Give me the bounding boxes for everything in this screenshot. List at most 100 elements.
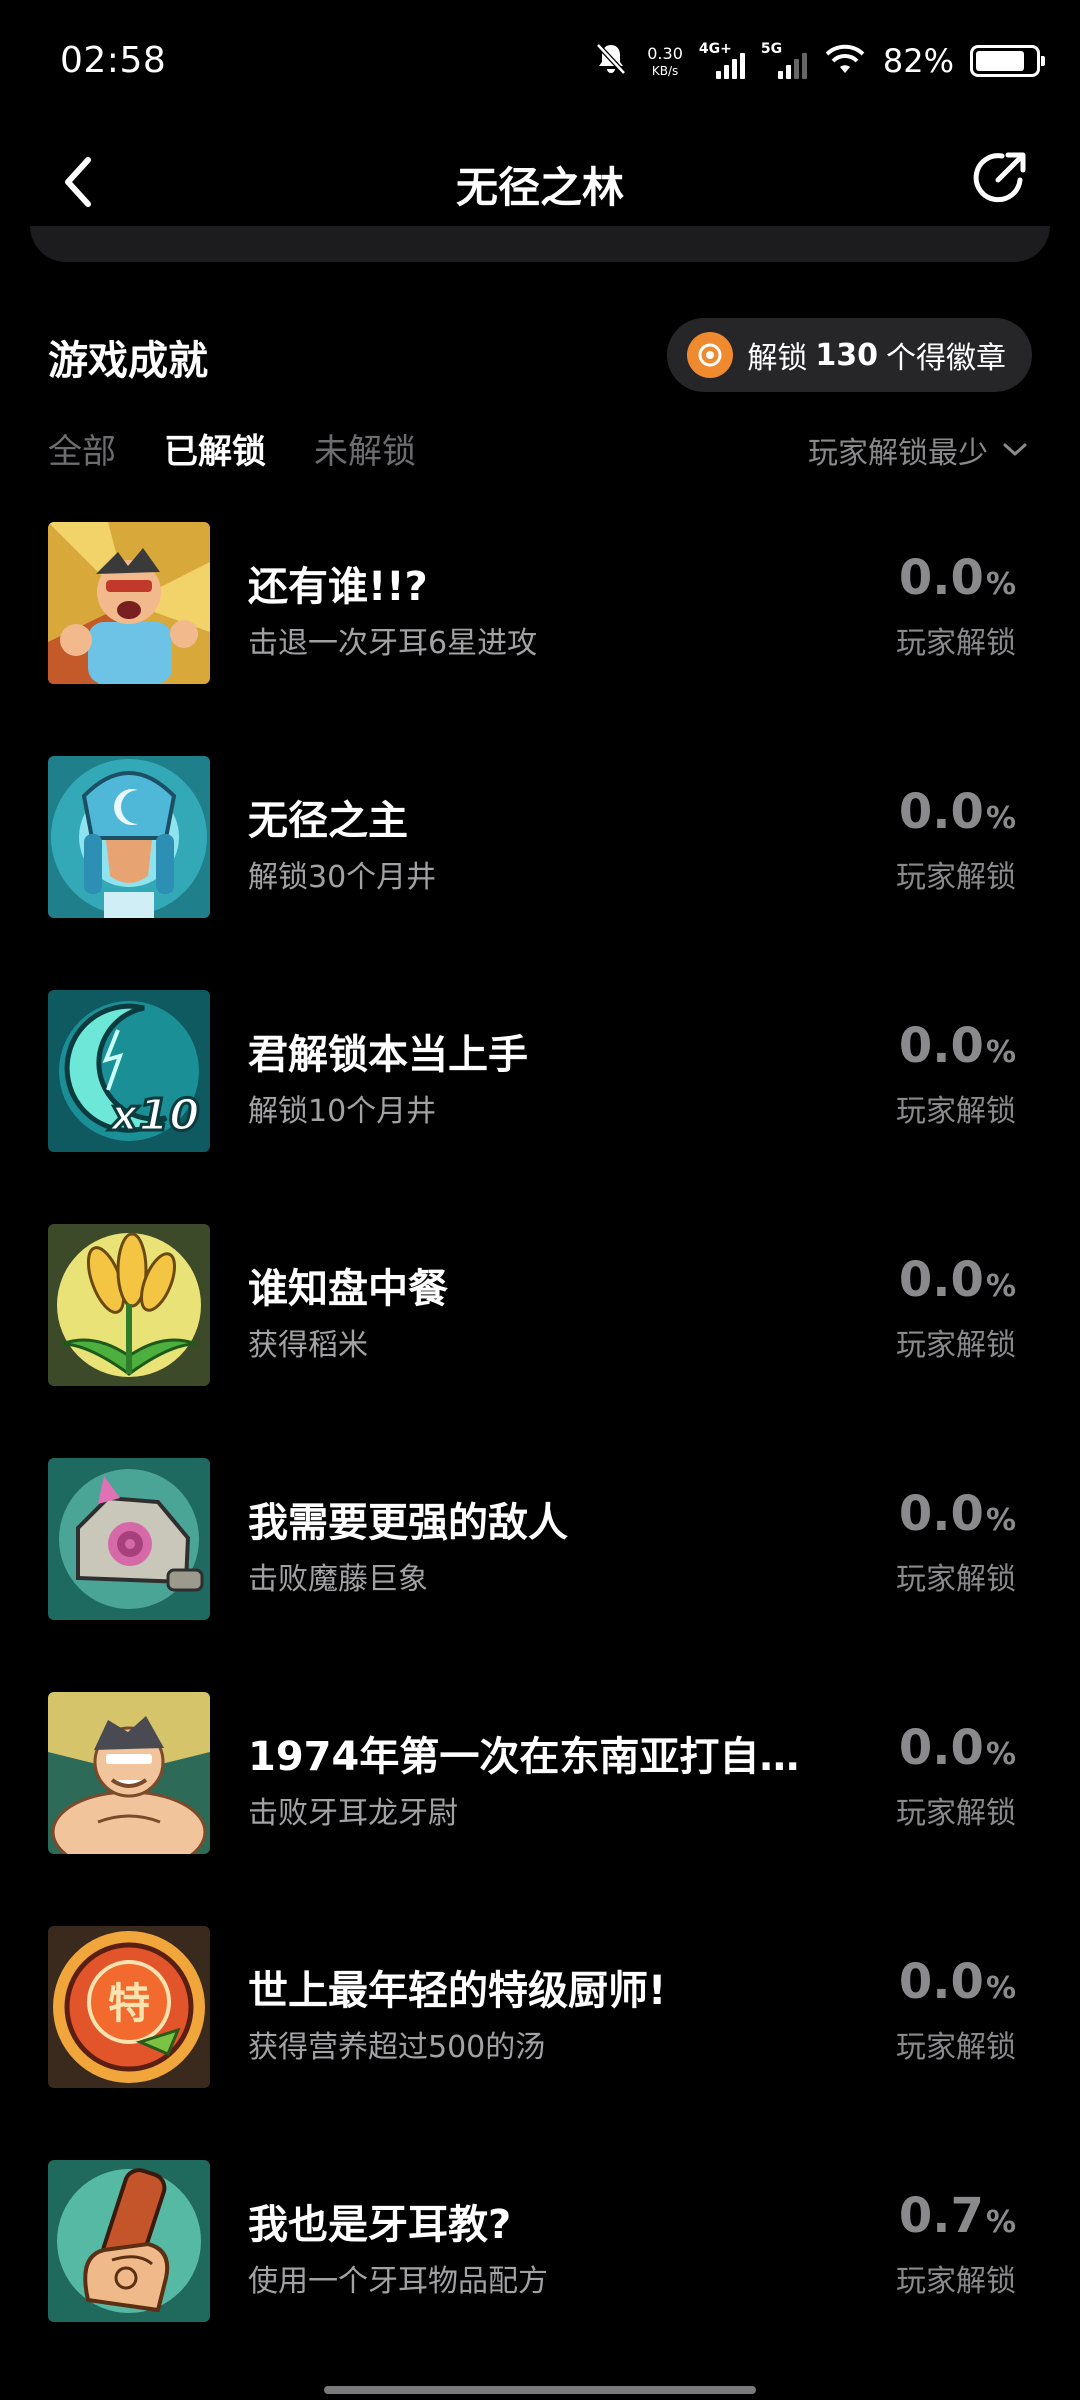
achievement-percent-label: 玩家解锁 <box>896 2264 1016 2299</box>
signal-5g-icon: 5G <box>761 41 807 81</box>
badge-count: 130 <box>815 337 878 373</box>
achievement-percent-label: 玩家解锁 <box>896 1094 1016 1129</box>
status-icons: 0.30 KB/s 4G+ 5G 82% <box>591 36 1045 86</box>
achievement-percent-label: 玩家解锁 <box>896 2030 1016 2065</box>
achievement-desc: 使用一个牙耳物品配方 <box>248 2264 548 2299</box>
moon-crown-icon <box>48 756 210 918</box>
svg-text:x10: x10 <box>108 1090 200 1141</box>
achievement-row[interactable]: 特 世上最年轻的特级厨师! 获得营养超过500的汤 0.0% 玩家解锁 <box>0 1924 1080 2158</box>
achievement-percent: 0.0% <box>899 1486 1016 1542</box>
percent-symbol: % <box>985 801 1016 836</box>
sort-label: 玩家解锁最少 <box>808 436 988 471</box>
tab-locked[interactable]: 未解锁 <box>314 424 416 473</box>
nav-bar: 无径之林 <box>0 126 1080 236</box>
achievement-percent-value: 0.0 <box>898 1720 984 1776</box>
achievement-title: 无径之主 <box>248 798 408 844</box>
muscle-man-icon <box>48 1692 210 1854</box>
achievement-desc: 获得稻米 <box>248 1328 368 1363</box>
info-card-edge <box>30 226 1050 262</box>
crescent-x10-icon: x10 <box>48 990 210 1152</box>
net-speed-unit: KB/s <box>651 63 679 78</box>
percent-symbol: % <box>985 1503 1016 1538</box>
percent-symbol: % <box>985 1971 1016 2006</box>
tab-unlocked[interactable]: 已解锁 <box>164 424 266 473</box>
achievement-row[interactable]: 还有谁!!? 击退一次牙耳6星进攻 0.0% 玩家解锁 <box>0 520 1080 754</box>
achievement-desc: 解锁30个月井 <box>248 860 437 895</box>
scroll-in-hand-icon <box>48 2160 210 2322</box>
achievement-percent-label: 玩家解锁 <box>896 1328 1016 1363</box>
achievement-percent-value: 0.0 <box>898 1486 984 1542</box>
signal-4g-icon: 4G+ <box>699 41 745 81</box>
stone-golem-icon <box>48 1458 210 1620</box>
achievement-desc: 击败牙耳龙牙尉 <box>248 1796 458 1831</box>
badge-unlock-pill[interactable]: 解锁 130 个得徽章 <box>667 318 1032 392</box>
status-time: 02:58 <box>60 40 167 81</box>
screen: 02:58 0.30 KB/s 4G+ 5G 82% 无径之林 游戏成就 解锁 … <box>0 0 1080 2400</box>
achievement-row[interactable]: 我需要更强的敌人 击败魔藤巨象 0.0% 玩家解锁 <box>0 1456 1080 1690</box>
svg-text:特: 特 <box>108 1979 150 2028</box>
achievement-desc: 获得营养超过500的汤 <box>248 2030 546 2065</box>
percent-symbol: % <box>985 1737 1016 1772</box>
bell-muted-icon <box>591 39 631 83</box>
achievement-percent-label: 玩家解锁 <box>896 626 1016 661</box>
achievement-row[interactable]: 1974年第一次在东南亚打自… 击败牙耳龙牙尉 0.0% 玩家解锁 <box>0 1690 1080 1924</box>
achievement-title: 1974年第一次在东南亚打自… <box>248 1734 800 1780</box>
achievement-percent-value: 0.0 <box>898 1018 984 1074</box>
badge-text: 解锁 130 个得徽章 <box>747 333 1006 377</box>
net-speed: 0.30 KB/s <box>647 43 683 78</box>
achievement-percent-value: 0.0 <box>898 550 984 606</box>
percent-symbol: % <box>985 1269 1016 1304</box>
filter-tabs: 全部 已解锁 未解锁 <box>48 424 416 473</box>
achievement-title: 我也是牙耳教? <box>248 2202 512 2248</box>
battery-percent: 82% <box>882 42 954 80</box>
achievement-desc: 解锁10个月井 <box>248 1094 437 1129</box>
badge-icon <box>687 332 734 378</box>
rice-plant-icon <box>48 1224 210 1386</box>
special-chef-emblem-icon: 特 <box>48 1926 210 2088</box>
achievement-percent-label: 玩家解锁 <box>896 1796 1016 1831</box>
badge-suffix: 个得徽章 <box>886 341 1006 376</box>
achievement-title: 还有谁!!? <box>248 564 428 610</box>
percent-symbol: % <box>985 567 1016 602</box>
chevron-down-icon <box>1003 443 1027 456</box>
achievement-title: 君解锁本当上手 <box>248 1032 528 1078</box>
badge-prefix: 解锁 <box>747 341 808 376</box>
status-bar: 02:58 0.30 KB/s 4G+ 5G 82% <box>0 0 1080 126</box>
achievement-percent: 0.0% <box>899 1018 1016 1074</box>
wifi-icon <box>823 41 867 81</box>
achievement-percent-label: 玩家解锁 <box>896 1562 1016 1597</box>
achievement-percent: 0.0% <box>899 550 1016 606</box>
achievement-percent: 0.7% <box>899 2188 1016 2244</box>
battery-icon <box>970 45 1045 77</box>
achievement-percent: 0.0% <box>899 784 1016 840</box>
net-speed-value: 0.30 <box>647 43 683 63</box>
achievement-row[interactable]: x10 君解锁本当上手 解锁10个月井 0.0% 玩家解锁 <box>0 988 1080 1222</box>
share-icon <box>973 152 1026 203</box>
achievement-percent: 0.0% <box>899 1252 1016 1308</box>
achievement-percent-value: 0.0 <box>898 1252 984 1308</box>
achievement-percent-value: 0.0 <box>898 1954 984 2010</box>
achievement-row[interactable]: 我也是牙耳教? 使用一个牙耳物品配方 0.7% 玩家解锁 <box>0 2158 1080 2392</box>
achievement-row[interactable]: 无径之主 解锁30个月井 0.0% 玩家解锁 <box>0 754 1080 988</box>
achievement-desc: 击退一次牙耳6星进攻 <box>248 626 538 661</box>
achievement-percent-value: 0.0 <box>898 784 984 840</box>
shouting-hero-icon <box>48 522 210 684</box>
achievement-percent-value: 0.7 <box>898 2188 984 2244</box>
page-title: 无径之林 <box>455 163 624 212</box>
section-title: 游戏成就 <box>48 338 208 384</box>
achievement-title: 我需要更强的敌人 <box>248 1500 568 1546</box>
achievement-desc: 击败魔藤巨象 <box>248 1562 428 1597</box>
percent-symbol: % <box>985 2205 1016 2240</box>
achievement-percent-label: 玩家解锁 <box>896 860 1016 895</box>
achievement-row[interactable]: 谁知盘中餐 获得稻米 0.0% 玩家解锁 <box>0 1222 1080 1456</box>
home-indicator[interactable] <box>324 2386 756 2394</box>
percent-symbol: % <box>985 1035 1016 1070</box>
achievement-title: 世上最年轻的特级厨师! <box>248 1968 667 2014</box>
achievement-title: 谁知盘中餐 <box>248 1266 448 1312</box>
achievement-percent: 0.0% <box>899 1720 1016 1776</box>
tab-all[interactable]: 全部 <box>48 424 116 473</box>
sort-dropdown[interactable]: 玩家解锁最少 <box>808 428 1028 472</box>
share-button[interactable] <box>960 138 1040 218</box>
achievement-percent: 0.0% <box>899 1954 1016 2010</box>
achievement-list: 还有谁!!? 击退一次牙耳6星进攻 0.0% 玩家解锁 无径之主 解锁30个月井… <box>0 520 1080 2392</box>
